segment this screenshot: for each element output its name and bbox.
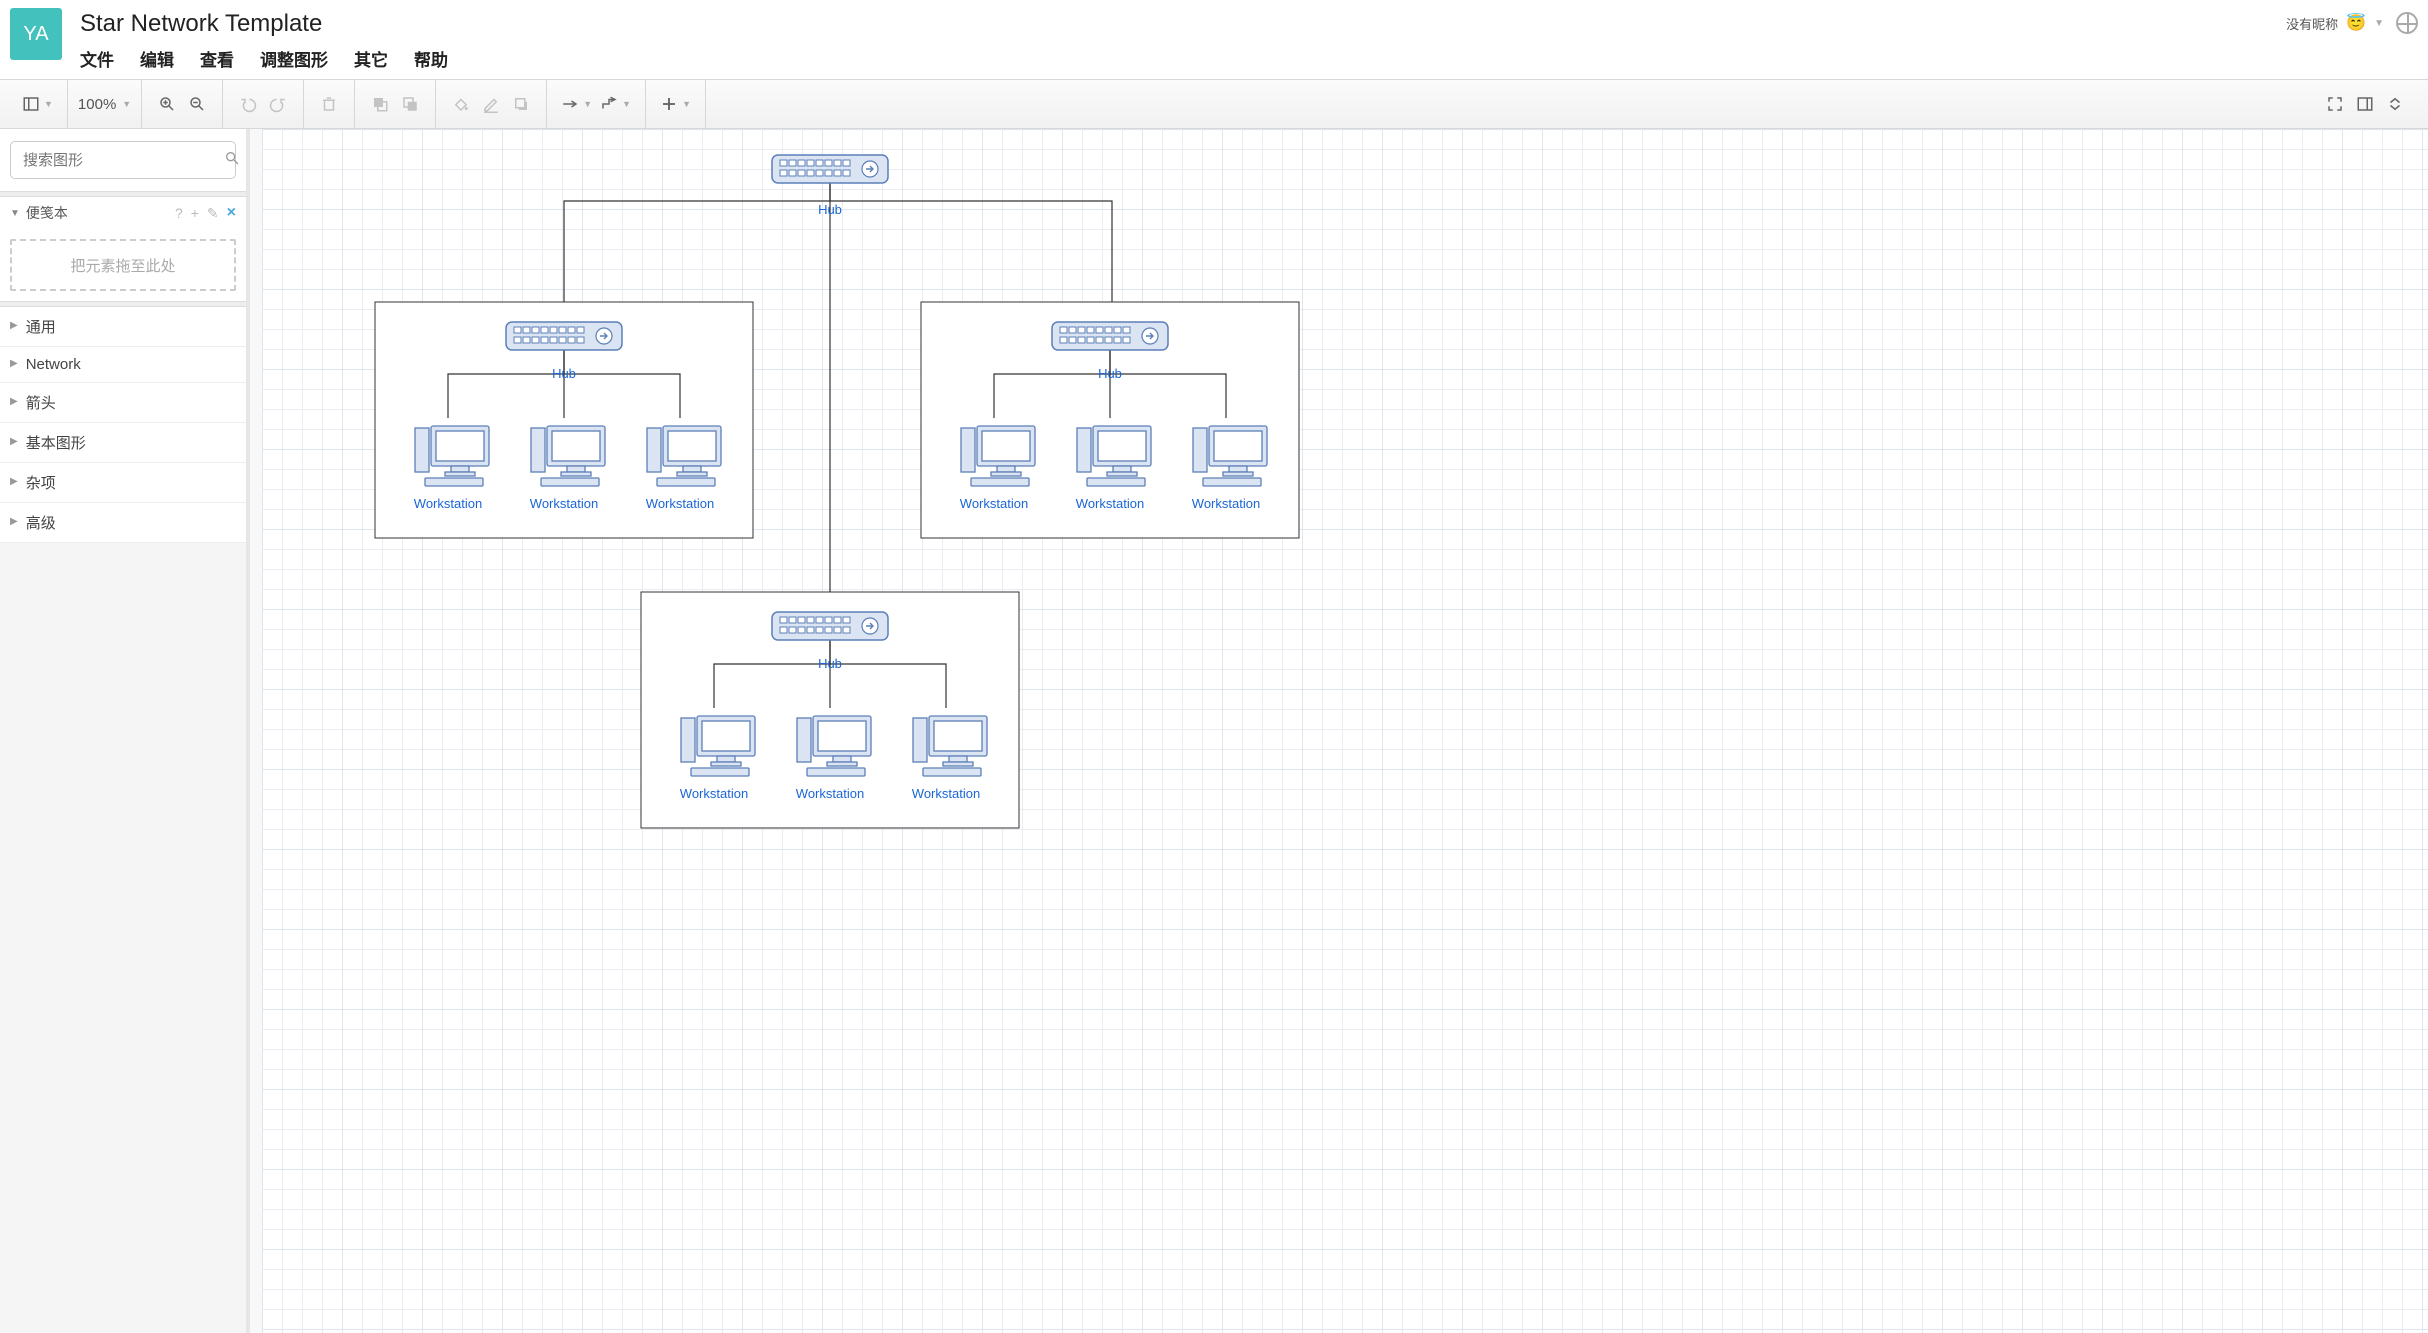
svg-text:Workstation: Workstation [796,786,864,801]
redo-button[interactable] [263,89,293,119]
menu-help[interactable]: 帮助 [414,46,448,71]
delete-button[interactable] [314,89,344,119]
scratchpad-close-icon[interactable]: × [227,204,236,222]
line-color-button[interactable] [476,89,506,119]
diagram-top-hub-label: Hub [818,202,842,217]
search-input[interactable] [21,151,224,170]
zoom-level[interactable]: 100% [78,96,116,113]
main: ▼ 便笺本 ? + ✎ × 把元素拖至此处 ▶通用 ▶Network ▶箭头 ▶… [0,129,2428,1333]
category-advanced[interactable]: ▶高级 [0,503,246,543]
add-button[interactable]: ▼ [656,89,695,119]
category-network[interactable]: ▶Network [0,347,246,383]
svg-text:Workstation: Workstation [680,786,748,801]
svg-text:Workstation: Workstation [960,496,1028,511]
svg-text:Workstation: Workstation [530,496,598,511]
chevron-down-icon: ▼ [10,208,20,219]
zoom-dropdown-caret[interactable]: ▼ [122,99,131,109]
zoom-out-button[interactable] [182,89,212,119]
category-arrows[interactable]: ▶箭头 [0,383,246,423]
scratchpad-add-icon[interactable]: + [191,205,199,221]
toolbar: ▼ 100% ▼ [0,79,2428,129]
scratchpad-header[interactable]: ▼ 便笺本 ? + ✎ × [0,197,246,229]
scratchpad-edit-icon[interactable]: ✎ [207,205,219,222]
header: YA Star Network Template 文件 编辑 查看 调整图形 其… [0,0,2428,71]
svg-text:Hub: Hub [552,366,576,381]
format-panel-toggle[interactable] [2350,89,2380,119]
diagram[interactable]: Hub Hub Workstation Workstation Workstat… [262,129,1562,959]
zoom-in-button[interactable] [152,89,182,119]
undo-button[interactable] [233,89,263,119]
connection-button[interactable]: ▼ [557,89,596,119]
user-dropdown-caret[interactable]: ▼ [2374,18,2384,29]
svg-text:Workstation: Workstation [1192,496,1260,511]
canvas[interactable]: Hub Hub Workstation Workstation Workstat… [262,129,2428,1333]
menu-view[interactable]: 查看 [200,46,234,71]
category-general[interactable]: ▶通用 [0,307,246,347]
svg-text:Workstation: Workstation [646,496,714,511]
avatar[interactable]: YA [10,8,62,60]
shape-categories: ▶通用 ▶Network ▶箭头 ▶基本图形 ▶杂项 ▶高级 [0,307,246,543]
diagram-cluster-right[interactable]: Hub Workstation Workstation Workstation [921,302,1299,538]
fill-color-button[interactable] [446,89,476,119]
fullscreen-button[interactable] [2320,89,2350,119]
waypoint-button[interactable]: ▼ [596,89,635,119]
scratchpad-title: 便笺本 [26,203,68,223]
user-area: 没有昵称 😇 ▼ [2286,8,2418,34]
to-back-button[interactable] [395,89,425,119]
scratchpad-dropzone[interactable]: 把元素拖至此处 [10,239,236,291]
svg-text:Workstation: Workstation [912,786,980,801]
globe-icon[interactable] [2396,12,2418,34]
menu-edit[interactable]: 编辑 [140,46,174,71]
menu-arrange[interactable]: 调整图形 [260,46,328,71]
category-misc[interactable]: ▶杂项 [0,463,246,503]
sidebar-toggle-button[interactable]: ▼ [18,89,57,119]
search-icon[interactable] [224,150,240,171]
search-input-wrap[interactable] [10,141,236,179]
collapse-button[interactable] [2380,89,2410,119]
canvas-wrap: Hub Hub Workstation Workstation Workstat… [250,129,2428,1333]
diagram-cluster-left[interactable]: Hub Workstation Workstation Workstation [375,302,753,538]
category-basic[interactable]: ▶基本图形 [0,423,246,463]
svg-text:Hub: Hub [1098,366,1122,381]
diagram-cluster-bottom[interactable]: Hub Workstation Workstation Workstation [641,592,1019,828]
svg-text:Workstation: Workstation [414,496,482,511]
svg-text:Hub: Hub [818,656,842,671]
to-front-button[interactable] [365,89,395,119]
scratchpad-help-icon[interactable]: ? [175,205,183,221]
menu-extras[interactable]: 其它 [354,46,388,71]
menu-file[interactable]: 文件 [80,46,114,71]
shadow-button[interactable] [506,89,536,119]
menubar: 文件 编辑 查看 调整图形 其它 帮助 [80,46,2286,71]
title-block: Star Network Template 文件 编辑 查看 调整图形 其它 帮… [80,8,2286,71]
user-nickname[interactable]: 没有昵称 [2286,14,2338,33]
user-emoji-icon: 😇 [2346,13,2366,33]
sidebar: ▼ 便笺本 ? + ✎ × 把元素拖至此处 ▶通用 ▶Network ▶箭头 ▶… [0,129,250,1333]
svg-text:Workstation: Workstation [1076,496,1144,511]
diagram-top-hub[interactable] [772,155,888,183]
document-title[interactable]: Star Network Template [80,8,2286,40]
